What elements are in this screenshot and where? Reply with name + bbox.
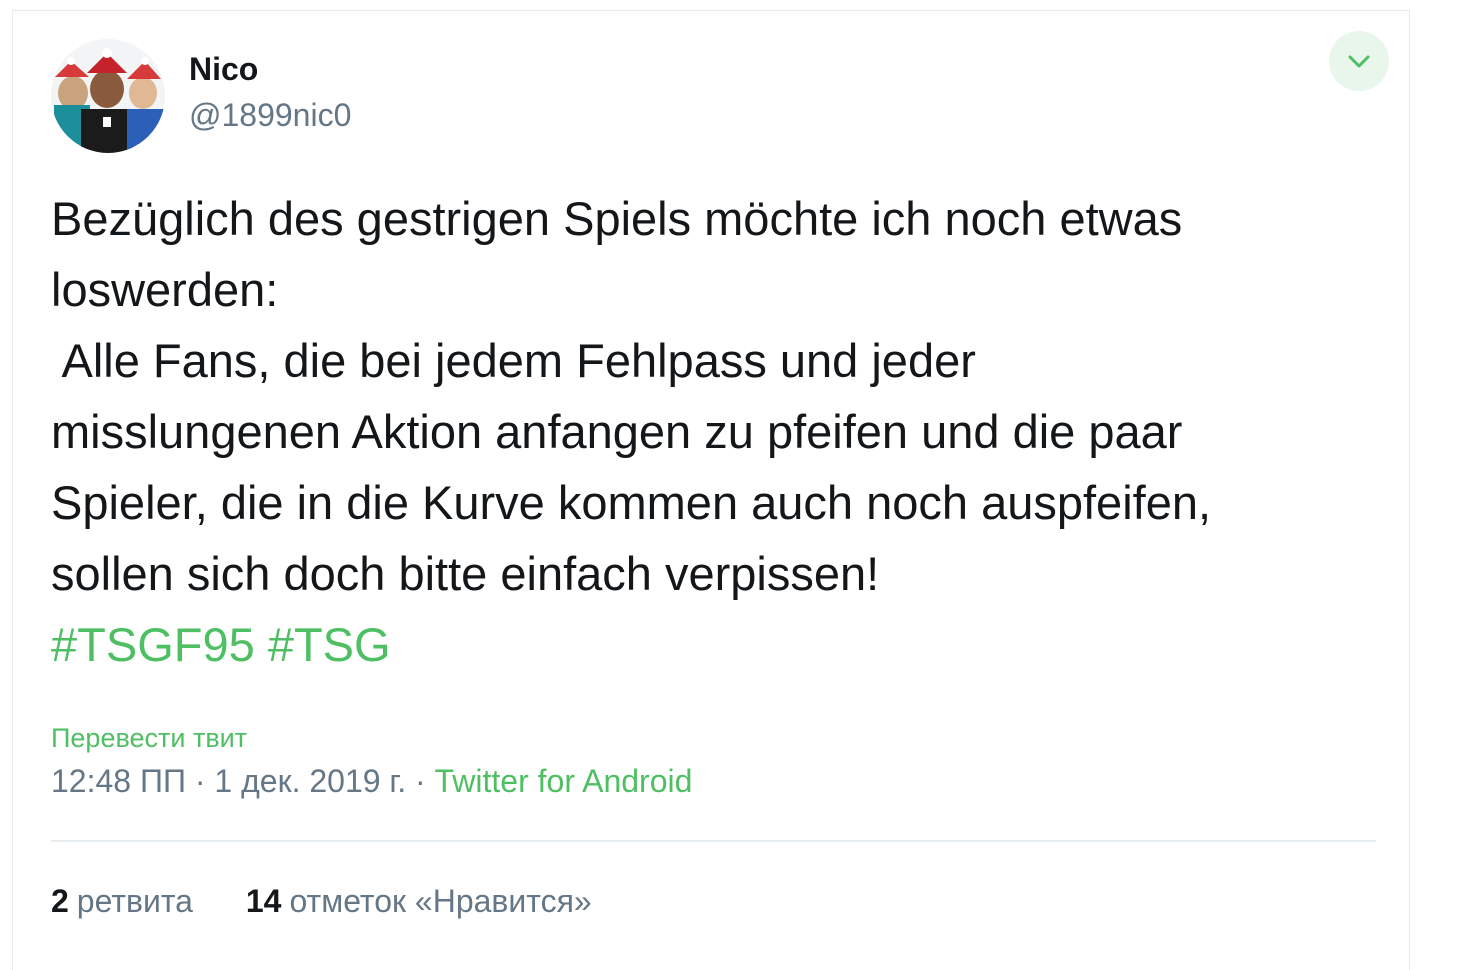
- tweet-stats: 2 ретвита 14 отметок «Нравится»: [51, 883, 592, 920]
- meta-separator: ·: [414, 763, 426, 799]
- meta-separator: ·: [194, 763, 206, 799]
- chevron-down-icon: [1348, 55, 1370, 68]
- tweet-card: Nico @1899nic0 Bezüglich des gestrigen S…: [12, 10, 1410, 970]
- tweet-text-line: Alle Fans, die bei jedem Fehlpass und je…: [51, 334, 976, 387]
- tweet-text-line: misslungenen Aktion anfangen zu pfeifen …: [51, 405, 1183, 458]
- avatar-photo-icon: [51, 39, 165, 153]
- hashtag-link[interactable]: #TSG: [268, 618, 391, 671]
- tweet-text-line: Spieler, die in die Kurve kommen auch no…: [51, 476, 1212, 529]
- author-handle[interactable]: @1899nic0: [189, 97, 351, 134]
- author-name[interactable]: Nico: [189, 51, 258, 88]
- tweet-options-button[interactable]: [1329, 31, 1389, 91]
- tweet-date[interactable]: 1 дек. 2019 г.: [214, 763, 406, 799]
- likes-label: отметок «Нравится»: [289, 883, 592, 919]
- divider: [51, 840, 1376, 842]
- retweets-stat[interactable]: 2 ретвита: [51, 883, 193, 920]
- retweets-count: 2: [51, 883, 69, 919]
- tweet-text-line: sollen sich doch bitte einfach verpissen…: [51, 547, 880, 600]
- hashtags: #TSGF95 #TSG: [51, 609, 391, 680]
- tweet-source-link[interactable]: Twitter for Android: [435, 763, 693, 799]
- tweet-text-line: loswerden:: [51, 263, 279, 316]
- tweet-time[interactable]: 12:48 ПП: [51, 763, 186, 799]
- tweet-meta: 12:48 ПП · 1 дек. 2019 г. · Twitter for …: [51, 763, 692, 800]
- tweet-text: Bezüglich des gestrigen Spiels möchte ic…: [51, 183, 1391, 609]
- hashtag-link[interactable]: #TSGF95: [51, 618, 255, 671]
- likes-stat[interactable]: 14 отметок «Нравится»: [246, 883, 592, 920]
- translate-tweet-link[interactable]: Перевести твит: [51, 723, 247, 754]
- tweet-text-line: Bezüglich des gestrigen Spiels möchte ic…: [51, 192, 1183, 245]
- avatar[interactable]: [51, 39, 165, 153]
- likes-count: 14: [245, 883, 282, 919]
- retweets-label: ретвита: [76, 883, 193, 919]
